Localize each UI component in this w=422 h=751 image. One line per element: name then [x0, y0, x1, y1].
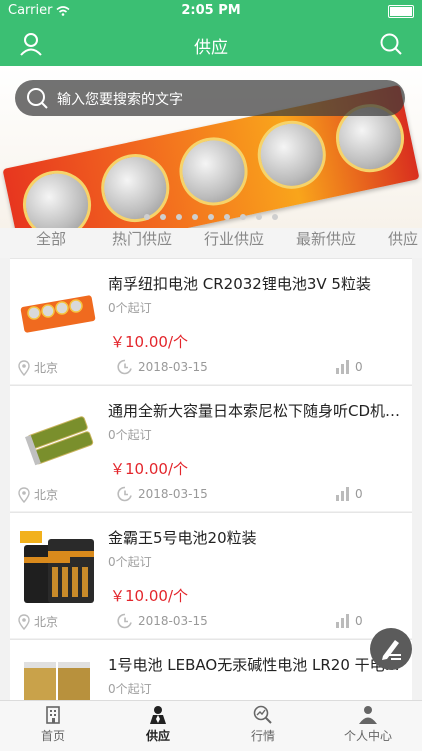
location-label: 北京	[34, 488, 59, 502]
view-count-label: 0	[355, 487, 363, 501]
product-price: ￥10.00/个	[110, 333, 188, 351]
tab-supply[interactable]: 供应	[388, 228, 418, 249]
product-image	[20, 531, 94, 603]
tab-all[interactable]: 全部	[36, 228, 66, 249]
nav-bar: 供应	[0, 22, 422, 66]
list-item[interactable]: 金霸王5号电池20粒装 0个起订 ￥10.00/个 北京 2018-03-15 …	[10, 512, 412, 638]
product-price: ￥10.00/个	[110, 460, 188, 478]
date: 2018-03-15	[117, 359, 208, 375]
location: 北京	[18, 613, 58, 630]
location: 北京	[18, 359, 58, 376]
clock-icon	[117, 486, 132, 502]
product-price: ￥10.00/个	[110, 587, 188, 605]
battery-icon	[388, 5, 414, 18]
view-count: 0	[335, 359, 363, 375]
product-title: 通用全新大容量日本索尼松下随身听CD机…	[108, 402, 401, 420]
view-count-label: 0	[355, 614, 363, 628]
date-label: 2018-03-15	[138, 614, 208, 628]
search-icon[interactable]	[378, 31, 404, 57]
page-indicator	[0, 205, 422, 224]
tab-market-label: 行情	[250, 729, 275, 743]
category-tabs: 全部 热门供应 行业供应 最新供应 供应	[0, 228, 422, 258]
person-icon	[150, 706, 166, 724]
view-count-label: 0	[355, 360, 363, 374]
tab-industry[interactable]: 行业供应	[204, 228, 264, 249]
edit-icon	[382, 640, 401, 660]
building-icon	[46, 706, 60, 724]
tab-bar: 首页 供应 行情 个人中心	[0, 700, 422, 751]
tab-home-label: 首页	[40, 729, 65, 743]
location-pin-icon	[18, 486, 30, 503]
list-item[interactable]: 南孚纽扣电池 CR2032锂电池3V 5粒装 0个起订 ￥10.00/个 北京 …	[10, 258, 412, 384]
list-item[interactable]: 1号电池 LEBAO无汞碱性电池 LR20 干电… 0个起订	[10, 639, 412, 734]
product-image	[20, 295, 96, 333]
tab-market[interactable]: 行情	[223, 703, 303, 744]
search-input[interactable]: 输入您要搜索的文字	[15, 80, 405, 116]
bar-chart-icon	[336, 360, 349, 374]
clock-icon	[117, 359, 132, 375]
product-title: 1号电池 LEBAO无汞碱性电池 LR20 干电…	[108, 656, 400, 674]
post-button[interactable]	[370, 628, 412, 670]
status-bar: Carrier 2:05 PM	[0, 0, 422, 22]
location-pin-icon	[18, 613, 30, 630]
min-order: 0个起订	[108, 301, 152, 315]
tab-profile[interactable]: 个人中心	[328, 703, 408, 744]
location-label: 北京	[34, 361, 59, 375]
date-label: 2018-03-15	[138, 487, 208, 501]
min-order: 0个起订	[108, 682, 152, 696]
search-placeholder: 输入您要搜索的文字	[57, 92, 183, 108]
tab-latest[interactable]: 最新供应	[296, 228, 356, 249]
date: 2018-03-15	[117, 613, 208, 629]
clock-icon	[117, 613, 132, 629]
tab-supply[interactable]: 供应	[118, 703, 198, 744]
date-label: 2018-03-15	[138, 360, 208, 374]
product-title: 金霸王5号电池20粒装	[108, 529, 257, 547]
view-count: 0	[335, 613, 363, 629]
search-icon	[27, 88, 48, 109]
list-item[interactable]: 通用全新大容量日本索尼松下随身听CD机… 0个起订 ￥10.00/个 北京 20…	[10, 385, 412, 511]
location: 北京	[18, 486, 58, 503]
view-count: 0	[335, 486, 363, 502]
location-pin-icon	[18, 359, 30, 376]
tab-supply-label: 供应	[145, 729, 170, 743]
bar-chart-icon	[336, 487, 349, 501]
tab-home[interactable]: 首页	[13, 703, 93, 744]
page-title: 供应	[194, 38, 228, 58]
min-order: 0个起订	[108, 555, 152, 569]
tab-profile-label: 个人中心	[343, 729, 392, 743]
profile-icon	[359, 706, 377, 724]
date: 2018-03-15	[117, 486, 208, 502]
location-label: 北京	[34, 615, 59, 629]
product-image	[25, 416, 94, 466]
status-time: 2:05 PM	[181, 3, 241, 18]
tab-hot[interactable]: 热门供应	[112, 228, 172, 249]
product-title: 南孚纽扣电池 CR2032锂电池3V 5粒装	[108, 275, 371, 293]
bar-chart-icon	[336, 614, 349, 628]
min-order: 0个起订	[108, 428, 152, 442]
chart-search-icon	[253, 705, 272, 724]
